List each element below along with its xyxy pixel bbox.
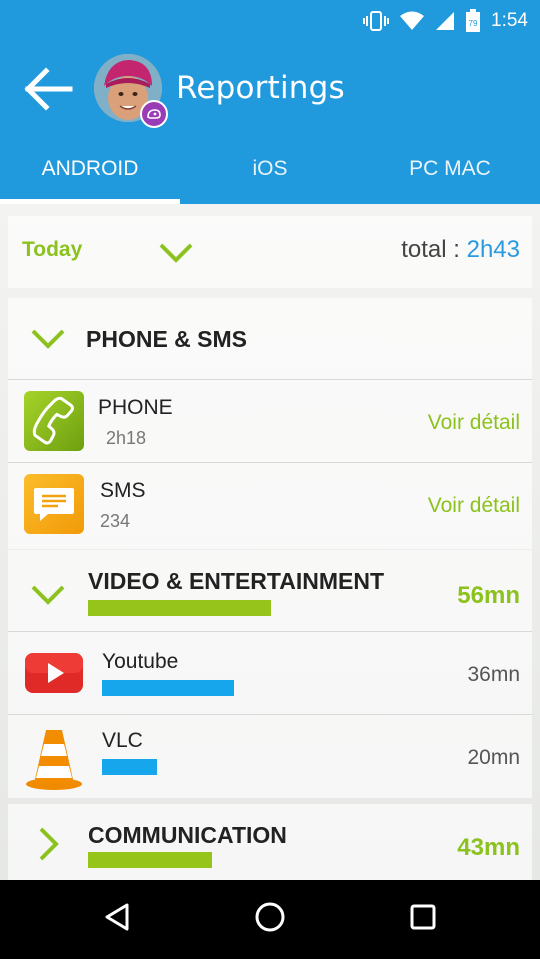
period-selector-card: Today total : 2h43 — [8, 216, 532, 288]
list-item-phone: PHONE 2h18 Voir détail — [8, 380, 532, 463]
clock: 1:54 — [491, 10, 528, 31]
app-time: 20mn — [467, 746, 520, 769]
tab-android[interactable]: ANDROID — [0, 134, 180, 204]
app-time: 36mn — [467, 663, 520, 686]
usage-bar — [88, 600, 271, 616]
square-recents-icon — [409, 903, 437, 936]
status-icons: 79 1:54 — [363, 8, 528, 34]
app-usage: 2h18 — [106, 428, 147, 448]
page-title: Reportings — [176, 70, 345, 106]
status-bar: 79 1:54 — [0, 0, 540, 42]
list-item-youtube: Youtube 36mn — [8, 632, 532, 715]
list-item-sms: SMS 234 Voir détail — [8, 463, 532, 549]
section-title: VIDEO & ENTERTAINMENT — [88, 568, 385, 594]
total-label: total : — [401, 236, 467, 263]
app-name: Youtube — [102, 650, 179, 673]
section-video-entertainment: VIDEO & ENTERTAINMENT 56mn Youtube 36mn … — [8, 550, 532, 798]
app-name: SMS — [100, 479, 146, 502]
wifi-icon — [399, 11, 425, 31]
chevron-down-icon[interactable] — [158, 242, 194, 269]
vlc-cone-icon — [24, 726, 84, 790]
app-name: VLC — [102, 729, 143, 752]
app-name: PHONE — [98, 396, 173, 419]
list-item-vlc: VLC 20mn — [8, 715, 532, 798]
nav-recents-button[interactable] — [393, 890, 453, 950]
section-header-communication[interactable]: COMMUNICATION 43mn — [8, 804, 532, 880]
app-bar: Reportings — [0, 42, 540, 134]
nav-back-button[interactable] — [87, 890, 147, 950]
see-detail-link[interactable]: Voir détail — [428, 411, 520, 435]
battery-icon: 79 — [465, 9, 481, 33]
usage-bar — [102, 680, 234, 696]
battery-level: 79 — [469, 19, 478, 28]
usage-bar — [88, 852, 212, 868]
tab-ios[interactable]: iOS — [180, 134, 360, 204]
chevron-right-icon[interactable] — [38, 826, 60, 867]
vibrate-icon — [363, 10, 390, 32]
circle-home-icon — [254, 901, 286, 938]
section-total: 43mn — [457, 834, 520, 861]
app-usage: 234 — [100, 511, 131, 531]
section-communication: COMMUNICATION 43mn — [8, 804, 532, 880]
profile-badge-icon — [140, 100, 168, 128]
report-content: Today total : 2h43 PHONE & SMS PHONE 2h1… — [0, 204, 540, 880]
tab-bar: ANDROID iOS PC MAC — [0, 134, 540, 204]
chevron-down-icon[interactable] — [30, 328, 66, 355]
section-title: COMMUNICATION — [88, 822, 287, 848]
signal-icon — [435, 11, 455, 31]
system-nav-bar — [0, 880, 540, 959]
chevron-down-icon[interactable] — [30, 584, 66, 611]
sms-app-icon — [24, 474, 84, 534]
nav-home-button[interactable] — [240, 890, 300, 950]
section-header-phone-sms[interactable]: PHONE & SMS — [8, 298, 532, 380]
triangle-back-icon — [102, 902, 132, 937]
usage-bar — [102, 759, 157, 775]
section-phone-sms: PHONE & SMS PHONE 2h18 Voir détail SMS 2… — [8, 298, 532, 549]
arrow-left-icon — [20, 67, 74, 120]
tab-pc-mac[interactable]: PC MAC — [360, 134, 540, 204]
section-total: 56mn — [457, 582, 520, 609]
total-time: total : 2h43 — [401, 236, 520, 264]
period-label[interactable]: Today — [22, 238, 82, 262]
back-button[interactable] — [20, 62, 74, 116]
total-value: 2h43 — [466, 236, 520, 263]
section-title: PHONE & SMS — [86, 326, 248, 352]
youtube-icon — [24, 643, 84, 703]
phone-app-icon — [24, 391, 84, 451]
section-header-video[interactable]: VIDEO & ENTERTAINMENT 56mn — [8, 550, 532, 632]
see-detail-link[interactable]: Voir détail — [428, 494, 520, 518]
